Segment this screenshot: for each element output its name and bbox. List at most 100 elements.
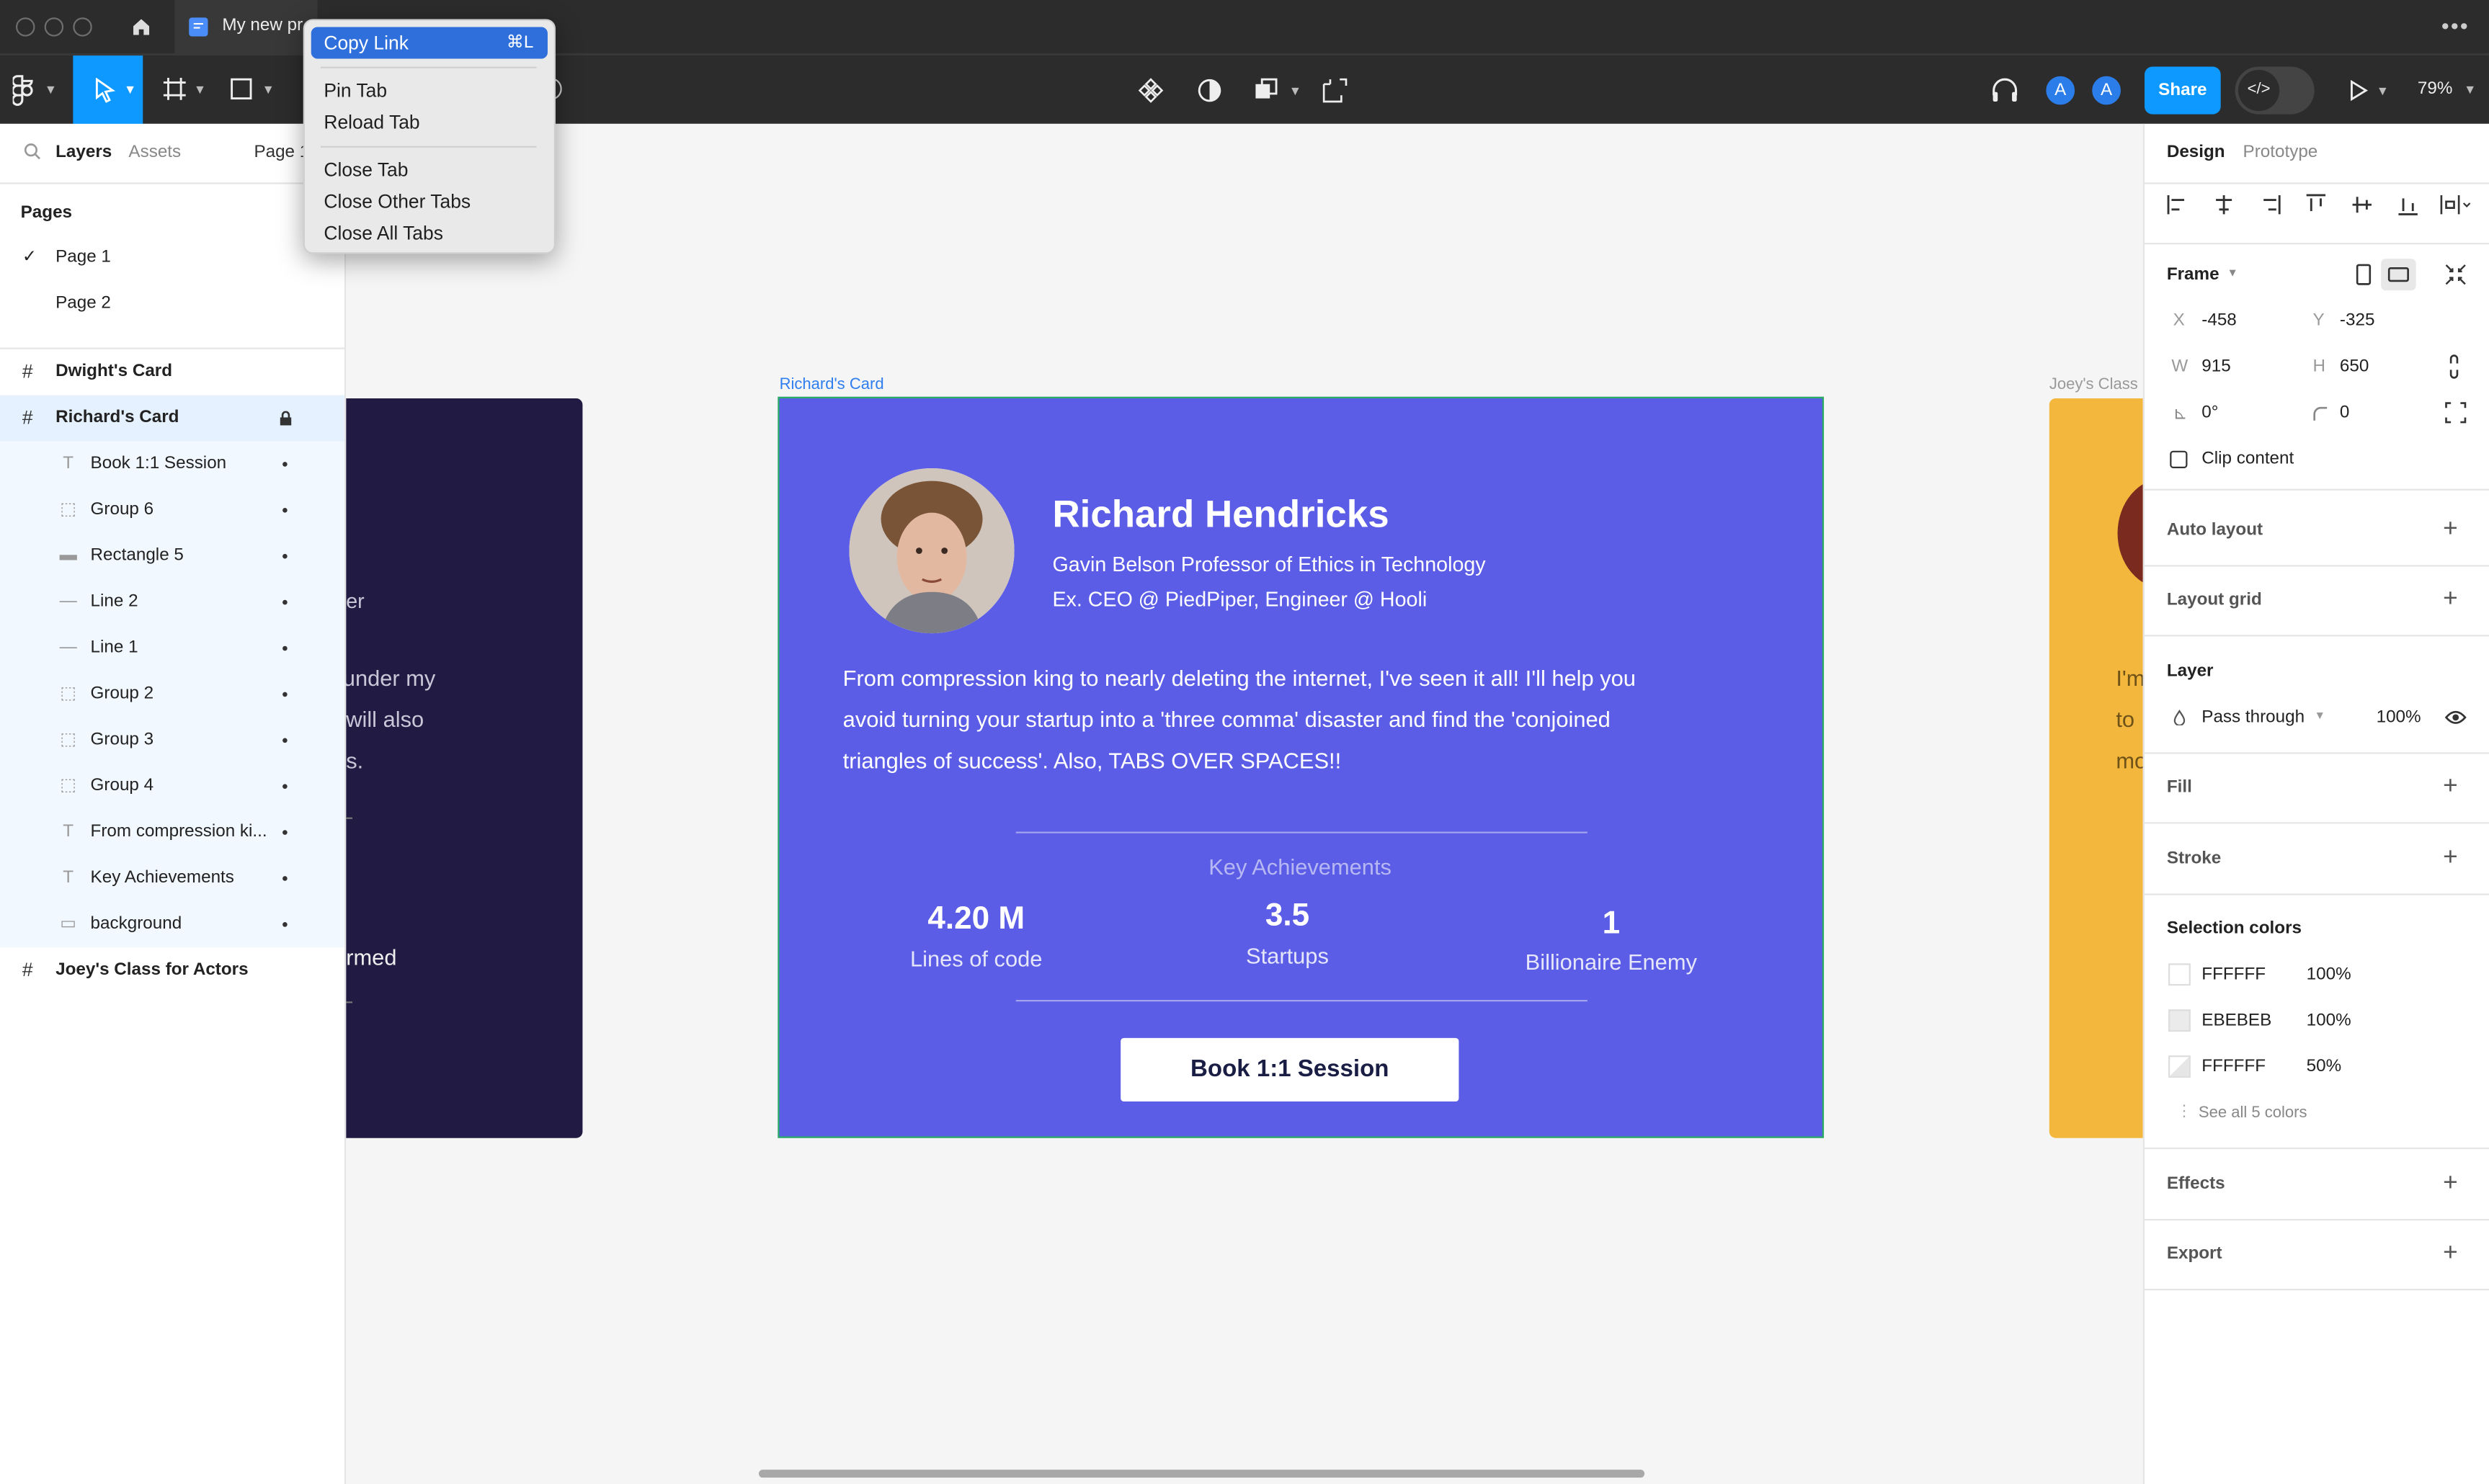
y-input[interactable]: -325 bbox=[2340, 311, 2375, 330]
components-button[interactable] bbox=[1138, 78, 1164, 111]
visibility-dot[interactable] bbox=[282, 830, 288, 835]
color-opacity[interactable]: 100% bbox=[2307, 965, 2351, 984]
layer-item[interactable]: ▭ background bbox=[0, 901, 344, 947]
joeys-card[interactable]: I'm to mo bbox=[2049, 398, 2143, 1138]
page-item[interactable]: ✓ Page 1 bbox=[0, 235, 344, 281]
tab-design[interactable]: Design bbox=[2167, 143, 2225, 161]
layer-opacity-input[interactable]: 100% bbox=[2377, 708, 2421, 727]
frame-section-label[interactable]: Frame bbox=[2167, 265, 2219, 284]
page-item[interactable]: Page 2 bbox=[0, 281, 344, 327]
layer-item[interactable]: T Key Achievements bbox=[0, 856, 344, 902]
file-tab[interactable]: My new pr bbox=[174, 0, 318, 54]
boolean-button[interactable]: ▼ bbox=[1254, 78, 1301, 111]
zoom-control[interactable]: 79% ▼ bbox=[2418, 79, 2477, 98]
color-swatch[interactable] bbox=[2168, 1055, 2191, 1078]
dev-mode-toggle[interactable]: </> bbox=[2235, 66, 2315, 115]
visibility-dot[interactable] bbox=[282, 599, 288, 605]
visibility-dot[interactable] bbox=[282, 508, 288, 513]
frame-label[interactable]: Joey's Class bbox=[2049, 376, 2138, 393]
frame-label[interactable]: Richard's Card bbox=[780, 376, 884, 393]
richards-card[interactable]: Richard Hendricks Gavin Belson Professor… bbox=[778, 396, 1825, 1138]
layer-item[interactable]: T From compression ki... bbox=[0, 810, 344, 856]
dwights-card[interactable]: er under my will also s. rmed bbox=[346, 398, 583, 1138]
add-effect-icon[interactable]: + bbox=[2443, 1171, 2458, 1197]
layer-item[interactable]: ▬ Rectangle 5 bbox=[0, 533, 344, 579]
layer-item[interactable]: — Line 1 bbox=[0, 625, 344, 671]
visibility-dot[interactable] bbox=[282, 462, 288, 467]
color-hex[interactable]: FFFFFF bbox=[2201, 965, 2266, 984]
visibility-dot[interactable] bbox=[282, 553, 288, 559]
share-button[interactable]: Share bbox=[2144, 66, 2221, 115]
portrait-orientation-icon[interactable] bbox=[2356, 264, 2372, 286]
menu-item-close-all-tabs[interactable]: Close All Tabs bbox=[324, 222, 443, 244]
tab-layers[interactable]: Layers bbox=[55, 143, 112, 161]
constrain-proportions-icon[interactable] bbox=[2448, 354, 2461, 379]
menu-item-copy-link[interactable]: Copy Link ⌘L bbox=[311, 27, 548, 59]
layer-frame[interactable]: # Joey's Class for Actors bbox=[0, 947, 344, 993]
main-menu-button[interactable]: ▼ bbox=[12, 75, 57, 115]
color-swatch[interactable] bbox=[2168, 963, 2191, 986]
search-icon[interactable] bbox=[24, 143, 41, 165]
menu-item-reload-tab[interactable]: Reload Tab bbox=[324, 111, 419, 133]
minimize-window-button[interactable] bbox=[44, 17, 64, 37]
visibility-dot[interactable] bbox=[282, 876, 288, 881]
color-hex[interactable]: EBEBEB bbox=[2201, 1011, 2271, 1029]
align-left-icon[interactable] bbox=[2167, 194, 2189, 216]
add-stroke-icon[interactable]: + bbox=[2443, 845, 2458, 871]
x-input[interactable]: -458 bbox=[2201, 311, 2237, 330]
menu-item-close-tab[interactable]: Close Tab bbox=[324, 158, 408, 181]
layer-item[interactable]: — Line 2 bbox=[0, 579, 344, 625]
resize-to-fit-icon[interactable] bbox=[2444, 264, 2467, 286]
color-hex[interactable]: FFFFFF bbox=[2201, 1057, 2266, 1076]
shape-tool-button[interactable]: ▼ bbox=[230, 78, 275, 108]
zoom-window-button[interactable] bbox=[73, 17, 92, 37]
align-center-vertical-icon[interactable] bbox=[2351, 194, 2373, 216]
color-opacity[interactable]: 100% bbox=[2307, 1011, 2351, 1029]
visibility-dot[interactable] bbox=[282, 692, 288, 697]
move-tool-button[interactable]: ▼ bbox=[73, 55, 143, 126]
crop-button[interactable] bbox=[1322, 78, 1348, 111]
chevron-down-icon[interactable]: ▼ bbox=[2315, 711, 2325, 722]
present-button[interactable]: ▼ bbox=[2349, 79, 2389, 109]
avatar[interactable]: A bbox=[2043, 73, 2078, 108]
layer-frame[interactable]: # Dwight's Card bbox=[0, 349, 344, 395]
add-fill-icon[interactable]: + bbox=[2443, 774, 2458, 800]
distribute-icon[interactable] bbox=[2440, 194, 2472, 216]
lock-icon[interactable] bbox=[280, 411, 293, 426]
layer-item[interactable]: ⬚ Group 6 bbox=[0, 487, 344, 533]
landscape-orientation-button[interactable] bbox=[2381, 259, 2416, 291]
align-right-icon[interactable] bbox=[2259, 194, 2281, 216]
width-input[interactable]: 915 bbox=[2201, 357, 2230, 376]
clip-content-checkbox[interactable] bbox=[2170, 450, 2188, 468]
mask-button[interactable] bbox=[1197, 78, 1222, 111]
align-center-horizontal-icon[interactable] bbox=[2213, 194, 2235, 216]
add-auto-layout-icon[interactable]: + bbox=[2443, 517, 2458, 542]
eye-icon[interactable] bbox=[2444, 710, 2467, 725]
horizontal-scrollbar[interactable] bbox=[758, 1470, 1645, 1478]
frame-tool-button[interactable]: ▼ bbox=[162, 76, 206, 109]
height-input[interactable]: 650 bbox=[2340, 357, 2369, 376]
layer-item[interactable]: ⬚ Group 4 bbox=[0, 764, 344, 810]
avatar[interactable]: A bbox=[2088, 73, 2124, 108]
menu-item-close-other-tabs[interactable]: Close Other Tabs bbox=[324, 190, 471, 213]
tab-assets[interactable]: Assets bbox=[128, 143, 181, 161]
visibility-dot[interactable] bbox=[282, 645, 288, 651]
rotation-input[interactable]: 0° bbox=[2201, 403, 2218, 422]
menu-item-pin-tab[interactable]: Pin Tab bbox=[324, 79, 387, 102]
more-menu-icon[interactable]: ••• bbox=[2441, 13, 2470, 38]
add-layout-grid-icon[interactable]: + bbox=[2443, 586, 2458, 612]
close-window-button[interactable] bbox=[16, 17, 35, 37]
page-selector[interactable]: Page 1 bbox=[254, 143, 309, 161]
visibility-dot[interactable] bbox=[282, 784, 288, 789]
audio-button[interactable] bbox=[1990, 78, 2019, 111]
layer-item[interactable]: ⬚ Group 2 bbox=[0, 671, 344, 718]
tab-prototype[interactable]: Prototype bbox=[2243, 143, 2318, 161]
align-bottom-icon[interactable] bbox=[2397, 194, 2419, 216]
book-session-button[interactable]: Book 1:1 Session bbox=[1121, 1037, 1459, 1102]
independent-corners-icon[interactable] bbox=[2444, 401, 2467, 424]
visibility-dot[interactable] bbox=[282, 922, 288, 927]
home-tab[interactable] bbox=[115, 0, 169, 54]
layer-frame-selected[interactable]: # Richard's Card bbox=[0, 395, 345, 442]
align-top-icon[interactable] bbox=[2305, 194, 2327, 216]
chevron-down-icon[interactable]: ▼ bbox=[2227, 268, 2238, 279]
